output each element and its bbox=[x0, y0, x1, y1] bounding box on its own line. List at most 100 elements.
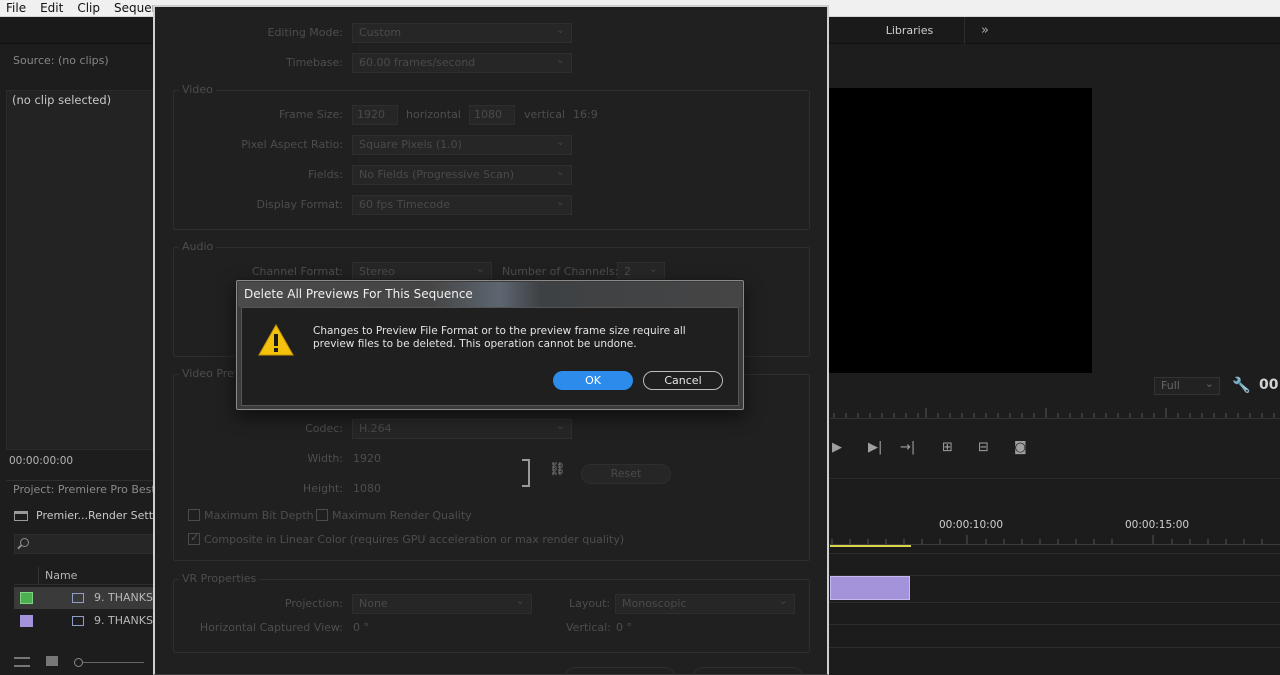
tab-overflow-icon[interactable]: » bbox=[973, 17, 997, 44]
pixel-aspect-select[interactable]: Square Pixels (1.0) bbox=[352, 133, 572, 155]
work-area-bar[interactable] bbox=[830, 545, 911, 547]
cancel-button[interactable]: Cancel bbox=[643, 371, 723, 390]
play-icon[interactable]: ▶ bbox=[832, 440, 842, 455]
track-divider bbox=[826, 624, 1280, 625]
label-color-swatch bbox=[20, 615, 33, 627]
track-divider bbox=[826, 553, 1280, 554]
zoom-slider-track[interactable] bbox=[74, 662, 144, 663]
composite-linear-checkbox[interactable] bbox=[188, 531, 200, 545]
audio-group-title: Audio bbox=[179, 240, 217, 253]
preview-height-value[interactable]: 1080 bbox=[353, 482, 381, 495]
layout-label: Layout: bbox=[569, 597, 611, 610]
search-icon bbox=[20, 538, 29, 547]
projection-select[interactable]: None bbox=[352, 592, 532, 614]
projection-label: Projection: bbox=[284, 597, 343, 610]
alert-body: Changes to Preview File Format or to the… bbox=[241, 307, 739, 406]
project-item[interactable]: 9. THANKS bbox=[14, 610, 156, 632]
project-item-name: 9. THANKS bbox=[94, 614, 153, 627]
vertical-label: vertical bbox=[524, 108, 566, 121]
wrench-icon[interactable]: 🔧 bbox=[1232, 376, 1251, 394]
warning-icon bbox=[258, 324, 294, 356]
cancel-button-partial[interactable] bbox=[693, 667, 803, 675]
link-bracket-icon bbox=[522, 459, 530, 487]
timebase-label: Timebase: bbox=[286, 56, 343, 69]
ok-button-partial[interactable] bbox=[565, 667, 675, 675]
delete-previews-alert: Delete All Previews For This Sequence Ch… bbox=[236, 280, 744, 410]
icon-view-icon[interactable] bbox=[46, 656, 58, 666]
channel-format-select[interactable]: Stereo bbox=[352, 260, 492, 282]
timeline-clip[interactable] bbox=[830, 576, 910, 600]
export-frame-icon[interactable]: ◙ bbox=[1014, 440, 1027, 455]
folder-icon bbox=[14, 510, 28, 521]
track-divider bbox=[826, 602, 1280, 603]
zoom-slider-handle[interactable] bbox=[74, 658, 83, 667]
project-panel-title[interactable]: Project: Premiere Pro Best bbox=[6, 480, 156, 498]
project-bin-label: Premier...Render Setti bbox=[36, 509, 157, 522]
step-forward-icon[interactable]: ▶| bbox=[868, 440, 882, 455]
tab-libraries[interactable]: Libraries bbox=[855, 17, 965, 44]
program-ruler[interactable] bbox=[830, 407, 1280, 419]
reset-button[interactable]: Reset bbox=[581, 464, 671, 484]
chain-link-icon[interactable]: ⛓ bbox=[549, 462, 566, 477]
menu-clip[interactable]: Clip bbox=[70, 0, 107, 17]
project-item[interactable]: 9. THANKS bbox=[14, 587, 156, 609]
timeline-time-label: 00:00:15:00 bbox=[1125, 519, 1190, 531]
playback-resolution-select[interactable]: Full bbox=[1154, 376, 1220, 395]
track-divider bbox=[826, 647, 1280, 648]
menu-edit[interactable]: Edit bbox=[33, 0, 70, 17]
program-timecode[interactable]: 00: bbox=[1259, 377, 1280, 393]
source-monitor-title[interactable]: Source: (no clips) bbox=[6, 50, 156, 72]
layout-select[interactable]: Monoscopic bbox=[615, 592, 795, 614]
preview-height-label: Height: bbox=[302, 482, 343, 495]
menu-file[interactable]: File bbox=[0, 0, 33, 17]
list-view-icon[interactable] bbox=[14, 657, 30, 667]
editing-mode-select[interactable]: Custom bbox=[352, 21, 572, 43]
horizontal-captured-view-value[interactable]: 0 ° bbox=[353, 621, 369, 634]
preview-width-value[interactable]: 1920 bbox=[353, 452, 381, 465]
vr-properties-group bbox=[173, 579, 810, 653]
number-of-channels-select[interactable]: 2 bbox=[617, 260, 665, 282]
channel-format-label: Channel Format: bbox=[251, 265, 343, 278]
project-footer bbox=[14, 653, 156, 673]
lift-icon[interactable]: ⊞ bbox=[942, 440, 953, 455]
timeline-time-label: 00:00:10:00 bbox=[939, 519, 1004, 531]
frame-size-label: Frame Size: bbox=[278, 108, 343, 121]
vr-properties-group-title: VR Properties bbox=[179, 572, 260, 585]
project-item-name: 9. THANKS bbox=[94, 591, 153, 604]
timebase-select[interactable]: 60.00 frames/second bbox=[352, 51, 572, 73]
timeline-ruler[interactable] bbox=[826, 535, 1280, 545]
extract-icon[interactable]: ⊟ bbox=[978, 440, 989, 455]
display-format-select[interactable]: 60 fps Timecode bbox=[352, 193, 572, 215]
max-bit-depth-checkbox[interactable] bbox=[188, 509, 200, 521]
horizontal-label: horizontal bbox=[406, 108, 461, 121]
project-name-column-header[interactable]: Name bbox=[14, 567, 156, 585]
fields-label: Fields: bbox=[308, 168, 343, 181]
frame-width-input[interactable]: 1920 bbox=[352, 105, 398, 125]
max-bit-depth-label: Maximum Bit Depth bbox=[204, 509, 314, 522]
go-to-out-icon[interactable]: →| bbox=[900, 440, 915, 455]
preview-width-label: Width: bbox=[307, 452, 343, 465]
source-monitor-area: (no clip selected) bbox=[6, 90, 156, 450]
fields-select[interactable]: No Fields (Progressive Scan) bbox=[352, 163, 572, 185]
label-color-swatch bbox=[20, 592, 33, 604]
aspect-ratio-label: 16:9 bbox=[573, 108, 598, 121]
project-search-input[interactable] bbox=[14, 534, 156, 554]
alert-message: Changes to Preview File Format or to the… bbox=[313, 325, 686, 350]
no-clip-label: (no clip selected) bbox=[12, 93, 112, 107]
timeline-panel: 00:00:10:00 00:00:15:00 bbox=[826, 478, 1280, 675]
source-timecode[interactable]: 00:00:00:00 bbox=[9, 455, 73, 467]
codec-select[interactable]: H.264 bbox=[352, 417, 572, 439]
pixel-aspect-label: Pixel Aspect Ratio: bbox=[241, 138, 343, 151]
number-of-channels-label: Number of Channels: bbox=[502, 265, 619, 278]
editing-mode-label: Editing Mode: bbox=[267, 26, 344, 39]
codec-label: Codec: bbox=[305, 422, 343, 435]
vertical-view-value[interactable]: 0 ° bbox=[616, 621, 632, 634]
project-bin[interactable]: Premier...Render Setti bbox=[14, 509, 156, 522]
sequence-icon bbox=[72, 593, 84, 603]
vertical-view-label: Vertical: bbox=[566, 621, 611, 634]
frame-height-input[interactable]: 1080 bbox=[469, 105, 515, 125]
max-render-quality-checkbox[interactable] bbox=[316, 509, 328, 521]
ok-button[interactable]: OK bbox=[553, 371, 633, 390]
alert-title[interactable]: Delete All Previews For This Sequence bbox=[238, 282, 742, 307]
video-group-title: Video bbox=[179, 83, 216, 96]
